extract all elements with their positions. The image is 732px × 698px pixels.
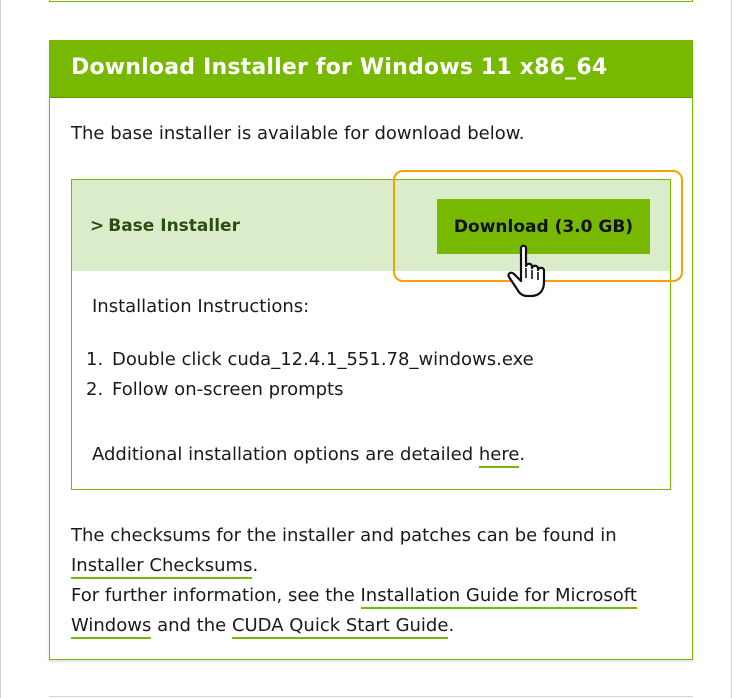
base-installer-panel: > Base Installer Download (3.0 GB) Instal… — [71, 170, 683, 490]
step-text: Follow on-screen prompts — [112, 379, 344, 400]
next-section-divider — [49, 696, 693, 697]
card-header: Download Installer for Windows 11 x86_64 — [50, 41, 692, 98]
instruction-step: 2. Follow on-screen prompts — [86, 375, 534, 405]
info-suffix: . — [448, 615, 455, 636]
info-mid: and the — [151, 615, 232, 636]
instruction-steps: 1. Double click cuda_12.4.1_551.78_window… — [86, 345, 534, 405]
hand-pointer-icon — [507, 244, 546, 298]
checksum-text: The checksums for the installer and patc… — [71, 525, 617, 546]
checksum-paragraph: The checksums for the installer and patc… — [71, 521, 671, 581]
base-installer-header[interactable]: > Base Installer Download (3.0 GB) — [72, 170, 683, 282]
previous-card-edge — [49, 0, 693, 2]
intro-text: The base installer is available for down… — [71, 123, 525, 144]
installer-checksums-link[interactable]: Installer Checksums — [71, 555, 253, 579]
additional-options-text: Additional installation options are deta… — [92, 444, 526, 468]
instruction-step: 1. Double click cuda_12.4.1_551.78_window… — [86, 345, 534, 375]
checksum-suffix: . — [252, 555, 259, 576]
additional-options-prefix: Additional installation options are deta… — [92, 444, 479, 465]
card-title: Download Installer for Windows 11 x86_64 — [71, 55, 608, 80]
additional-options-link[interactable]: here — [478, 444, 520, 468]
page-left-border — [0, 0, 1, 698]
base-installer-label: Base Installer — [108, 216, 240, 236]
step-text: Double click cuda_12.4.1_551.78_windows.… — [112, 349, 534, 370]
instructions-title: Installation Instructions: — [92, 296, 310, 317]
download-installer-card: Download Installer for Windows 11 x86_64… — [49, 40, 693, 660]
info-paragraph: For further information, see the Install… — [71, 581, 671, 641]
quick-start-guide-link[interactable]: CUDA Quick Start Guide — [231, 615, 449, 639]
step-number: 1. — [86, 349, 104, 370]
footer-text: The checksums for the installer and patc… — [71, 521, 671, 641]
info-prefix: For further information, see the — [71, 585, 361, 606]
base-installer-title[interactable]: > Base Installer — [90, 216, 240, 236]
additional-options-suffix: . — [519, 444, 526, 465]
chevron-right-icon: > — [90, 216, 105, 236]
step-number: 2. — [86, 379, 104, 400]
